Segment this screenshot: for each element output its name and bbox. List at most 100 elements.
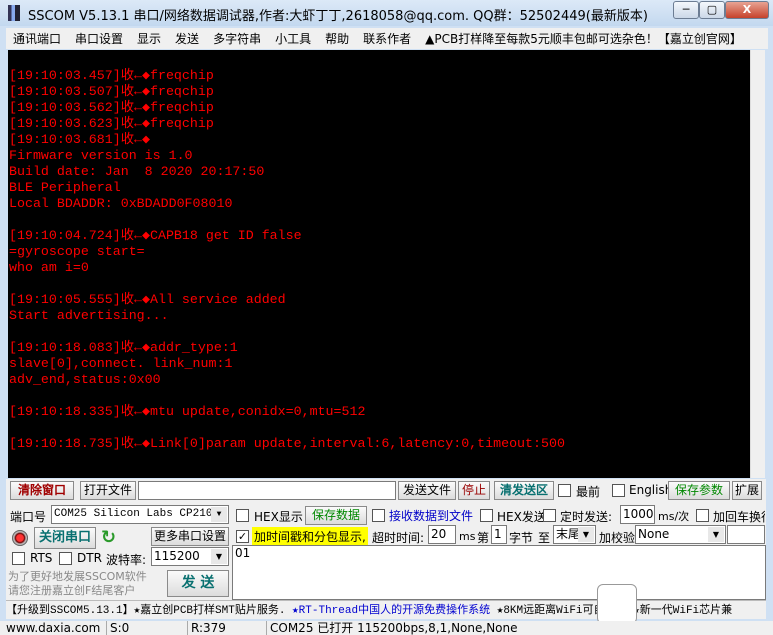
byte-from-input[interactable]: 1 [491,525,507,544]
ticker-upgrade[interactable]: 【升级到SSCOM5.13.1】★嘉立创PCB打样SMT贴片服务. [6,605,292,617]
refresh-icon[interactable]: ↻ [101,529,116,547]
timed-send-checkbox[interactable] [543,509,556,522]
baud-value: 115200 [154,549,200,563]
chevron-down-icon: ▼ [578,527,594,542]
open-file-button[interactable]: 打开文件 [80,481,136,500]
minimize-button[interactable]: ─ [673,1,699,19]
add-crlf-checkbox[interactable] [696,509,709,522]
timed-send-label: 定时发送: [560,510,613,524]
terminal-scrollbar[interactable] [750,50,765,478]
menu-pcb-ad[interactable]: ▲PCB打样降至每款5元顺丰包邮可选杂色！【嘉立创官网】 [418,30,749,47]
timeout-label: 超时时间: [372,531,425,545]
terminal-line: who am i=0 [9,260,89,275]
baud-label: 波特率: [106,553,147,567]
send-file-button[interactable]: 发送文件 [398,481,456,500]
hex-display-checkbox[interactable] [236,509,249,522]
port-value: COM25 Silicon Labs CP210x [54,508,220,520]
menu-send[interactable]: 发送 [168,30,206,47]
dtr-checkbox[interactable] [59,552,72,565]
english-checkbox[interactable] [612,484,625,497]
status-website[interactable]: www.daxia.com [0,621,105,635]
menu-multi-string[interactable]: 多字符串 [206,30,268,47]
rts-checkbox[interactable] [12,552,25,565]
status-sent: S:0 [106,621,186,635]
menu-help[interactable]: 帮助 [318,30,356,47]
rts-label: RTS [30,551,53,565]
interval-input[interactable]: 1000 [620,505,655,524]
status-port: COM25 已打开 115200bps,8,1,None,None [266,621,773,635]
terminal-line: Start advertising... [9,308,169,323]
more-settings-button[interactable]: 更多串口设置 [151,527,229,546]
stop-button[interactable]: 停止 [458,481,490,500]
terminal-line: [19:10:05.555]收←◆All service added [9,292,286,307]
port-select[interactable]: COM25 Silicon Labs CP210x ▼ [51,505,229,524]
close-button[interactable]: X [725,1,769,19]
clear-send-button[interactable]: 清发送区 [494,481,554,500]
app-icon [8,5,20,21]
terminal-line: adv_end,status:0x00 [9,372,161,387]
byte-label: 字节 [509,531,534,545]
english-label: English [629,483,673,497]
recv-to-file-label[interactable]: 接收数据到文件 [389,507,473,524]
terminal-line: =gyroscope start= [9,244,145,259]
port-label: 端口号 [10,510,47,524]
terminal-line: [19:10:03.457]收←◆freqchip [9,68,214,83]
save-data-button[interactable]: 保存数据 [305,506,367,525]
baud-select[interactable]: 115200 ▼ [151,547,229,566]
terminal-line: [19:10:03.507]收←◆freqchip [9,84,214,99]
terminal-line: [19:10:18.335]收←◆mtu update,conidx=0,mtu… [9,404,366,419]
send-button[interactable]: 发 送 [167,570,229,597]
checksum-select[interactable]: None ▼ [635,525,726,544]
timestamp-label: 加时间戳和分包显示, [252,527,368,546]
file-path-input[interactable] [138,481,396,500]
topmost-checkbox[interactable] [558,484,571,497]
chevron-down-icon: ▼ [708,527,724,542]
hex-send-label: HEX发送 [497,510,546,524]
timestamp-checkbox[interactable]: ✓ [236,530,249,543]
receive-terminal[interactable]: [19:10:03.457]收←◆freqchip [19:10:03.507]收… [8,50,750,478]
terminal-line: [19:10:18.083]收←◆addr_type:1 [9,340,238,355]
timeout-input[interactable]: 20 [428,525,456,544]
maximize-button[interactable]: ▢ [699,1,725,19]
terminal-line: [19:10:03.681]收←◆ [9,132,150,147]
topmost-label: 最前 [576,485,601,499]
title-bar: SSCOM V5.13.1 串口/网络数据调试器,作者:大虾丁丁,2618058… [0,0,773,26]
add-crlf-label: 加回车换行 [713,510,765,524]
to-label: 至 [538,531,551,545]
watermark-logo-icon [597,584,637,624]
terminal-line: [19:10:18.735]收←◆Link[0]param update,int… [9,436,565,451]
register-promo: 为了更好地发展SSCOM软件 请您注册嘉立创F结尾客户 [8,570,147,597]
expand-button[interactable]: 扩展 [732,481,762,500]
interval-unit: ms/次 [658,510,690,523]
status-bar: www.daxia.com S:0 R:379 COM25 已打开 115200… [0,621,773,635]
menu-display[interactable]: 显示 [130,30,168,47]
hex-send-checkbox[interactable] [480,509,493,522]
terminal-line: Local BDADDR: 0xBDADD0F08010 [9,196,233,211]
hex-display-label: HEX显示 [254,510,303,524]
chevron-down-icon: ▼ [211,507,227,522]
terminal-line: [19:10:03.562]收←◆freqchip [9,100,214,115]
recv-to-file-checkbox[interactable] [372,509,385,522]
terminal-line: slave[0],connect. link_num:1 [9,356,233,371]
clear-window-button[interactable]: 清除窗口 [10,481,74,500]
close-port-button[interactable]: 关闭串口 [34,527,96,549]
checksum-value: None [638,527,670,541]
chevron-down-icon: ▼ [211,549,227,564]
menu-serial-settings[interactable]: 串口设置 [68,30,130,47]
checksum-result [727,525,765,544]
dtr-label: DTR [77,551,102,565]
menu-comm-port[interactable]: 通讯端口 [6,30,68,47]
status-received: R:379 [187,621,265,635]
menu-tools[interactable]: 小工具 [268,30,318,47]
timeout-unit: ms [459,530,476,543]
port-status-led-icon [12,530,28,546]
terminal-line: [19:10:03.623]收←◆freqchip [9,116,214,131]
to-select[interactable]: 末尾 ▼ [553,525,596,544]
ticker-rtthread[interactable]: ★RT-Thread中国人的开源免费操作系统 [292,605,490,617]
save-params-button[interactable]: 保存参数 [668,481,730,500]
menu-contact[interactable]: 联系作者 [356,30,418,47]
